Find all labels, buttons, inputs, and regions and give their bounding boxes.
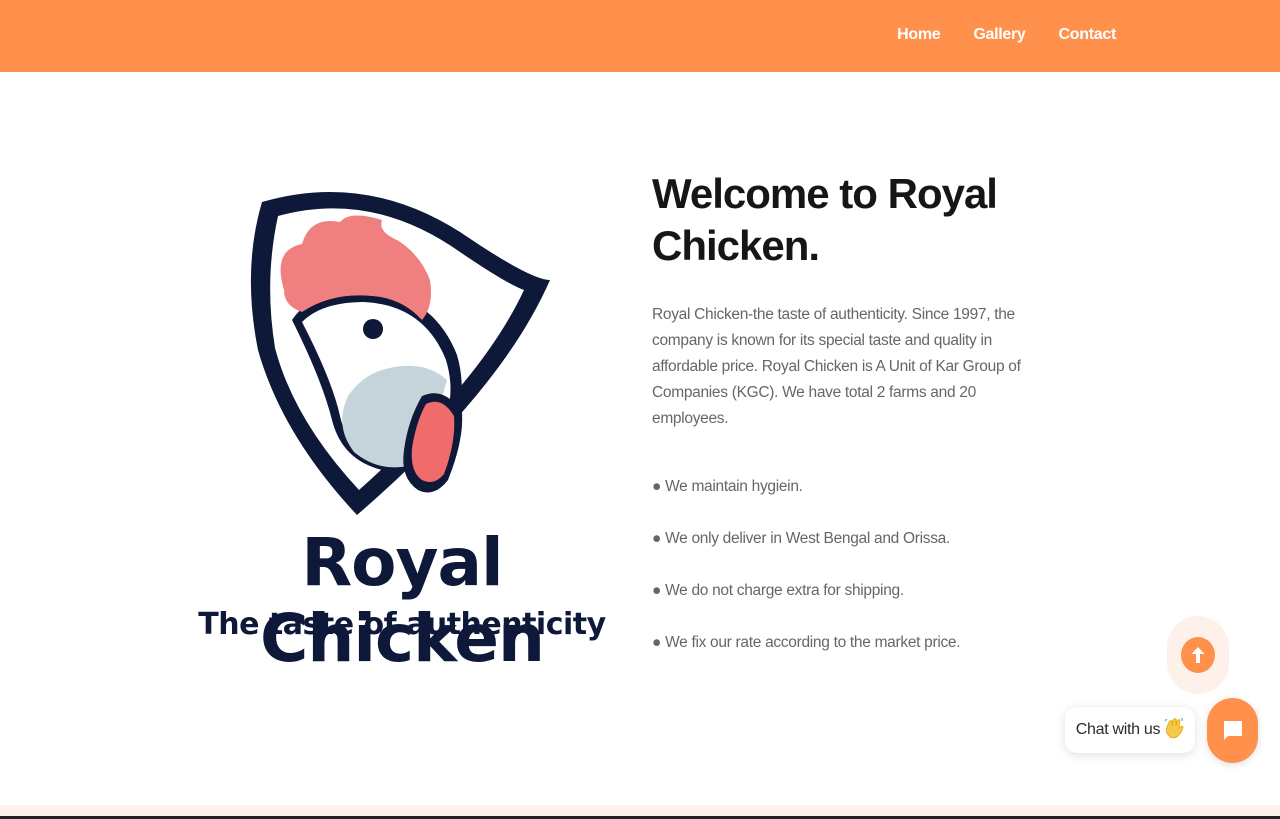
- footer-strip: [0, 805, 1280, 816]
- bullet-icon: ●: [652, 530, 662, 547]
- page-title: Welcome to Royal Chicken.: [652, 170, 998, 269]
- nav-contact-link[interactable]: Contact: [1059, 24, 1117, 46]
- list-item: ● We maintain hygiein.: [652, 474, 1052, 500]
- chat-label: Chat with us: [1075, 721, 1161, 738]
- feature-text: We do not charge extra for shipping.: [665, 582, 904, 599]
- nav-home-link[interactable]: Home: [897, 24, 941, 46]
- nav-gallery-link[interactable]: Gallery: [973, 24, 1025, 46]
- welcome-section: Welcome to Royal Chicken. Royal Chicken-…: [652, 168, 1052, 682]
- top-navbar: Home Gallery Contact: [0, 0, 1280, 72]
- chat-with-us-bubble[interactable]: Chat with us: [1065, 707, 1195, 753]
- page: Home Gallery Contact Royal Chicken The t…: [0, 0, 1280, 819]
- list-item: ● We do not charge extra for shipping.: [652, 578, 1052, 604]
- logo-tagline: The taste of authenticity: [198, 607, 606, 642]
- bullet-icon: ●: [652, 582, 662, 599]
- scroll-to-top-button[interactable]: [1181, 637, 1215, 673]
- rooster-shield-icon: [250, 191, 550, 515]
- feature-text: We only deliver in West Bengal and Oriss…: [665, 530, 950, 547]
- main-nav: Home Gallery Contact: [864, 24, 1116, 46]
- bullet-icon: ●: [652, 478, 662, 495]
- chat-bubble-icon: [1224, 721, 1242, 740]
- bullet-icon: ●: [652, 634, 662, 651]
- royal-chicken-logo: Royal Chicken The taste of authenticity: [172, 180, 632, 677]
- feature-text: We fix our rate according to the market …: [665, 634, 961, 651]
- list-item: ● We only deliver in West Bengal and Oris…: [652, 526, 1052, 552]
- waving-hand-icon: [1164, 716, 1184, 744]
- list-item: ● We fix our rate according to the market…: [652, 630, 1052, 656]
- intro-paragraph: Royal Chicken-the taste of authenticity.…: [652, 306, 1021, 427]
- feature-text: We maintain hygiein.: [665, 478, 803, 495]
- logo-title: Royal Chicken: [259, 524, 545, 677]
- chat-open-button[interactable]: [1207, 698, 1258, 763]
- feature-list: ● We maintain hygiein. ● We only deliver i…: [652, 474, 1052, 656]
- arrow-up-icon: [1191, 647, 1205, 663]
